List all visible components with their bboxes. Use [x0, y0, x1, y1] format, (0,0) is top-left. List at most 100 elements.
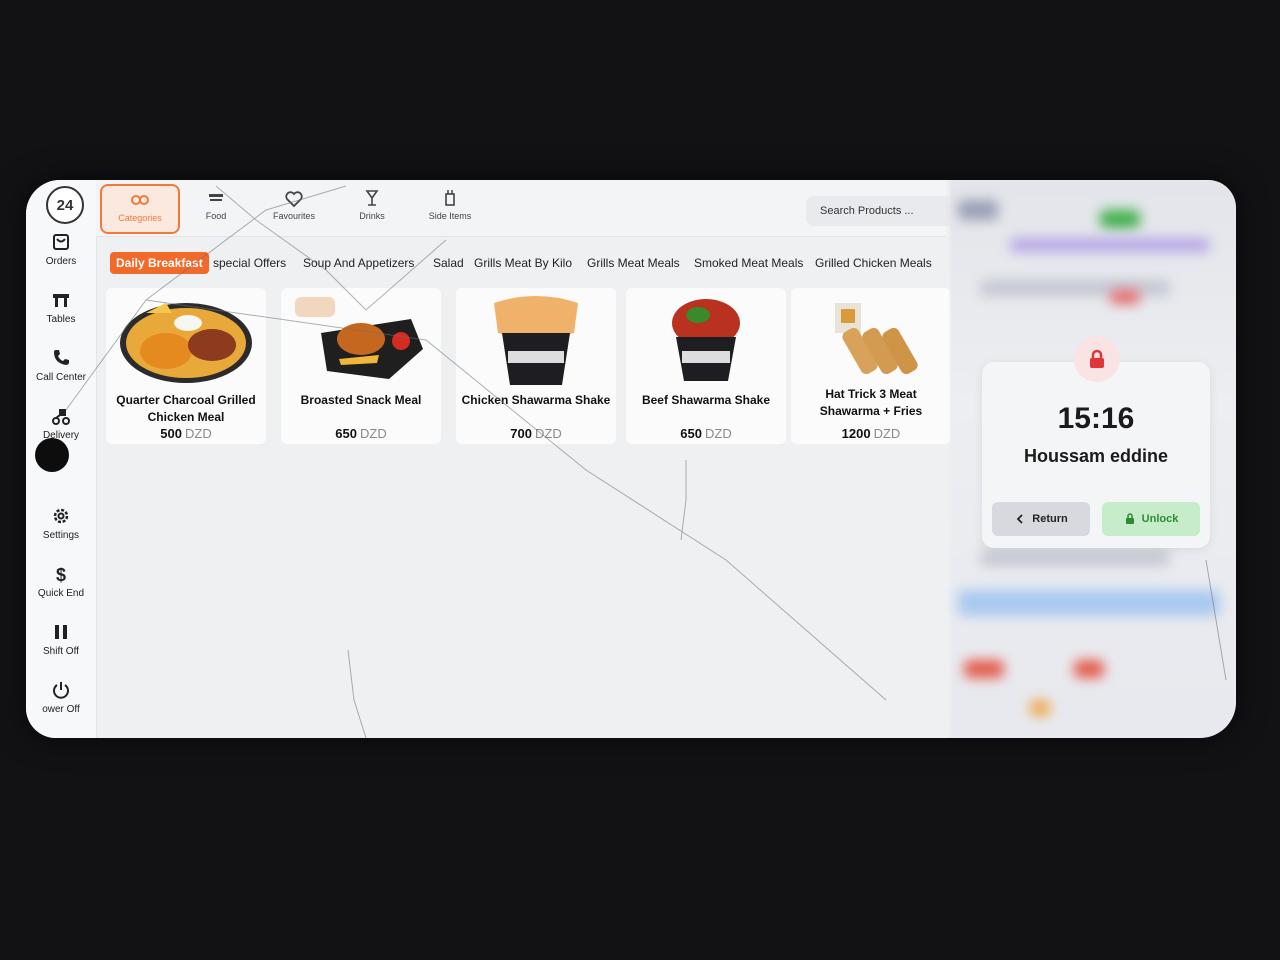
product-name: Broasted Snack Meal	[300, 393, 422, 407]
subcategory-chip-salad[interactable]: Salad	[433, 252, 464, 274]
category-bar: Categories Food Favourites Drinks Side I…	[96, 180, 1006, 237]
sidebar-item-label: Shift Off	[43, 646, 79, 657]
product-price-value: 700	[510, 426, 532, 441]
sidebar-item-call-center[interactable]: Call Center	[26, 348, 96, 383]
product-grid: Quarter Charcoal Grilled Chicken Meal 50…	[106, 288, 951, 448]
sidebar-item-label: ower Off	[42, 704, 80, 715]
blurred-element	[958, 590, 1220, 616]
lock-badge	[1074, 336, 1120, 382]
product-image	[112, 292, 260, 386]
app-logo: 24	[46, 186, 84, 224]
food-icon	[205, 188, 227, 208]
product-image	[797, 292, 945, 386]
blurred-element	[1110, 290, 1140, 304]
product-card[interactable]: Chicken Shawarma Shake 700 DZD	[456, 288, 616, 444]
product-currency: DZD	[184, 426, 212, 441]
sidebar-item-orders[interactable]: Orders	[26, 232, 96, 267]
tab-food[interactable]: Food	[178, 184, 254, 230]
product-image	[632, 292, 780, 386]
tab-drinks[interactable]: Drinks	[334, 184, 410, 230]
subcategory-chip-special-offers[interactable]: special Offers	[213, 252, 286, 274]
subcategory-bar: Daily Breakfast special Offers Soup And …	[110, 250, 950, 276]
sidebar-item-label: Orders	[45, 256, 77, 267]
product-currency: DZD	[534, 426, 562, 441]
sidebar-item-quick-end[interactable]: $ Quick End	[26, 564, 96, 599]
product-card[interactable]: Broasted Snack Meal 650 DZD	[281, 288, 441, 444]
tab-side-items[interactable]: Side Items	[412, 184, 488, 230]
blurred-element	[1030, 700, 1050, 716]
side-items-icon	[439, 188, 461, 208]
product-card[interactable]: Quarter Charcoal Grilled Chicken Meal 50…	[106, 288, 266, 444]
drink-icon	[361, 188, 383, 208]
lock-time: 15:16	[1057, 402, 1135, 435]
sidebar-item-tables[interactable]: Tables	[26, 290, 96, 325]
sidebar-item-shift-off[interactable]: Shift Off	[26, 622, 96, 657]
sidebar-item-label: Call Center	[35, 372, 87, 383]
product-image	[287, 292, 435, 386]
tab-label: Food	[205, 211, 227, 221]
sidebar-item-power-off[interactable]: ower Off	[26, 680, 96, 715]
sidebar-item-label: Tables	[46, 314, 76, 325]
subcategory-chip-grills-meat-meals[interactable]: Grills Meat Meals	[587, 252, 680, 274]
tab-label: Side Items	[428, 211, 472, 221]
subcategory-chip-soup-appetizers[interactable]: Soup And Appetizers	[303, 252, 414, 274]
phone-icon	[51, 348, 71, 368]
subcategory-chip-smoked-meat-meals[interactable]: Smoked Meat Meals	[694, 252, 803, 274]
search-placeholder: Search Products ...	[820, 205, 914, 217]
subcategory-chip-grilled-chicken-meals[interactable]: Grilled Chicken Meals	[815, 252, 932, 274]
pos-screen: 24 Orders Tables Call Center Delivery Se…	[26, 180, 1236, 738]
blurred-element	[1100, 210, 1140, 228]
blurred-element	[964, 660, 1004, 678]
sidebar: 24 Orders Tables Call Center Delivery Se…	[26, 180, 97, 738]
gear-icon	[51, 506, 71, 526]
blurred-element	[980, 550, 1170, 566]
product-price-value: 650	[335, 426, 357, 441]
delivery-icon	[51, 406, 71, 426]
product-price: 650 DZD	[281, 426, 441, 441]
product-image	[462, 292, 610, 386]
sidebar-item-delivery[interactable]: Delivery	[26, 406, 96, 441]
orders-icon	[51, 232, 71, 252]
heart-icon	[283, 188, 305, 208]
svg-text:$: $	[56, 565, 66, 584]
lock-username: Houssam eddine	[1023, 446, 1169, 466]
tab-categories[interactable]: Categories	[100, 184, 180, 234]
lock-icon	[1090, 349, 1104, 368]
product-price-value: 500	[160, 426, 182, 441]
blurred-element	[958, 200, 998, 220]
sidebar-item-label: Settings	[42, 530, 80, 541]
product-name: Hat Trick 3 Meat Shawarma + Fries	[819, 387, 923, 418]
lock-icon	[1125, 513, 1134, 524]
tab-label: Categories	[118, 213, 162, 223]
blurred-element	[1074, 660, 1104, 678]
lock-dialog: 15:16 Houssam eddine Return Unlock	[982, 336, 1210, 548]
tab-label: Drinks	[359, 211, 385, 221]
sidebar-item-settings[interactable]: Settings	[26, 506, 96, 541]
product-name: Quarter Charcoal Grilled Chicken Meal	[116, 393, 256, 424]
product-price: 650 DZD	[626, 426, 786, 441]
product-card[interactable]: Beef Shawarma Shake 650 DZD	[626, 288, 786, 444]
subcategory-chip-grills-meat-kilo[interactable]: Grills Meat By Kilo	[474, 252, 572, 274]
product-card[interactable]: Hat Trick 3 Meat Shawarma + Fries 1200 DZ…	[791, 288, 951, 444]
unlock-button[interactable]: Unlock	[1102, 502, 1200, 536]
product-price: 500 DZD	[106, 426, 266, 441]
table-icon	[51, 290, 71, 310]
product-currency: DZD	[873, 426, 901, 441]
subcategory-chip-daily-breakfast[interactable]: Daily Breakfast	[110, 252, 209, 274]
categories-icon	[129, 190, 151, 210]
camera-cutout	[35, 438, 69, 472]
tab-favourites[interactable]: Favourites	[256, 184, 332, 230]
product-price: 1200 DZD	[791, 426, 951, 441]
product-name: Beef Shawarma Shake	[641, 393, 771, 407]
product-currency: DZD	[704, 426, 732, 441]
unlock-label: Unlock	[1141, 513, 1179, 525]
product-currency: DZD	[359, 426, 387, 441]
return-button[interactable]: Return	[992, 502, 1090, 536]
power-icon	[51, 680, 71, 700]
product-name: Chicken Shawarma Shake	[461, 393, 611, 407]
pause-icon	[51, 622, 71, 642]
blurred-element	[980, 280, 1170, 296]
chevron-left-icon	[1016, 514, 1023, 524]
tab-label: Favourites	[272, 211, 316, 221]
product-price-value: 650	[680, 426, 702, 441]
